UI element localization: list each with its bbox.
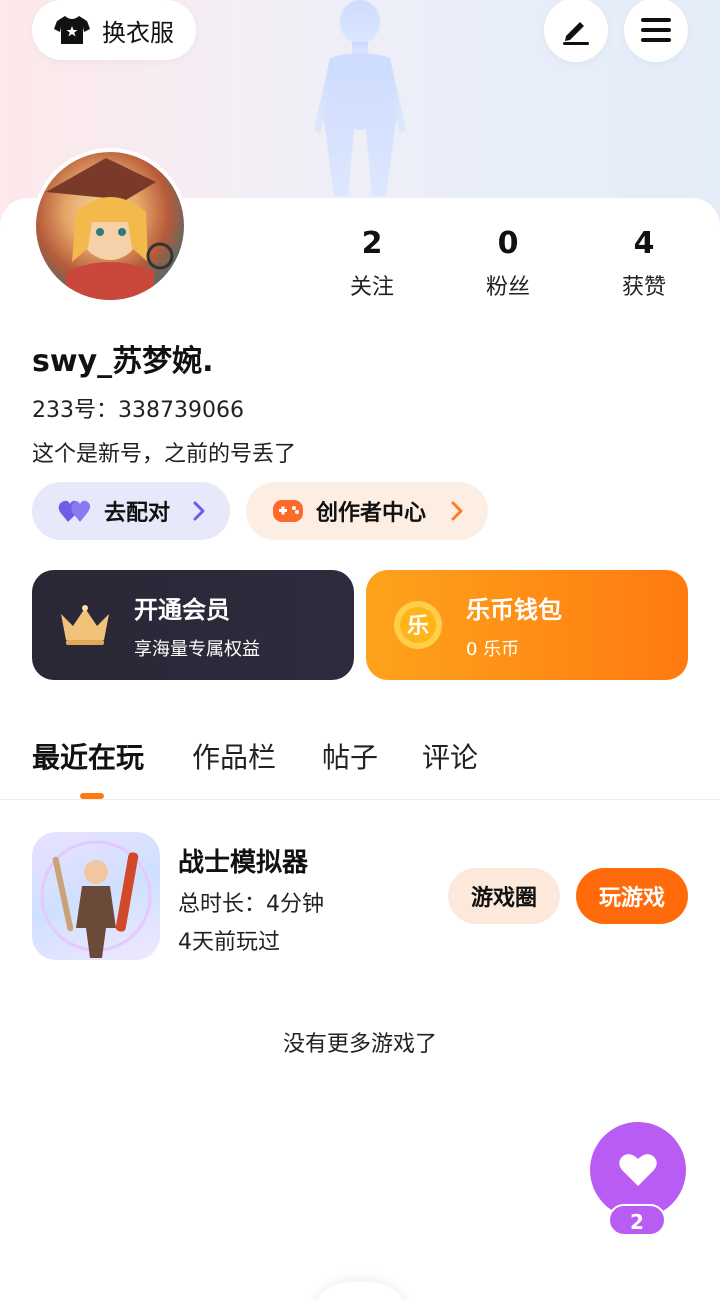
stat-following[interactable]: 2 关注 <box>312 226 432 301</box>
profile-stats: 2 关注 0 粉丝 4 获赞 <box>300 226 720 306</box>
stat-followers[interactable]: 0 粉丝 <box>448 226 568 301</box>
play-game-button[interactable]: 玩游戏 <box>576 868 688 924</box>
tab-recently-played[interactable]: 最近在玩 <box>32 736 144 776</box>
tshirt-icon <box>54 16 90 44</box>
crown-icon <box>61 605 109 645</box>
game-icon[interactable] <box>32 832 160 960</box>
user-id: 233号：338739066 <box>32 398 244 423</box>
edit-profile-button[interactable] <box>544 0 608 62</box>
hamburger-menu-icon <box>641 18 671 42</box>
vip-title: 开通会员 <box>134 595 230 624</box>
followers-label: 粉丝 <box>485 275 530 300</box>
user-bio: 这个是新号，之前的号丢了 <box>32 442 297 467</box>
chevron-right-icon <box>451 501 463 521</box>
game-circle-button[interactable]: 游戏圈 <box>448 868 560 924</box>
menu-button[interactable] <box>624 0 688 62</box>
game-title: 战士模拟器 <box>178 848 309 878</box>
tab-comments[interactable]: 评论 <box>422 736 478 776</box>
chevron-right-icon <box>193 501 205 521</box>
game-total-duration: 总时长：4分钟 <box>178 892 324 917</box>
user-avatar[interactable] <box>32 148 188 304</box>
likes-count: 4 <box>633 226 655 261</box>
no-more-games-text: 没有更多游戏了 <box>282 1032 437 1057</box>
heart-icon <box>619 1154 657 1186</box>
like-count-badge: 2 <box>608 1204 666 1236</box>
wallet-balance: 0 乐币 <box>466 638 520 660</box>
change-outfit-button[interactable]: 换衣服 <box>32 0 196 60</box>
game-last-played: 4天前玩过 <box>178 930 280 955</box>
following-count: 2 <box>361 226 383 261</box>
creator-center-label: 创作者中心 <box>316 501 427 526</box>
recent-game-row[interactable]: 战士模拟器 总时长：4分钟 4天前玩过 游戏圈 玩游戏 <box>32 832 688 960</box>
change-outfit-label: 换衣服 <box>102 18 174 47</box>
coin-icon: 乐 <box>394 601 442 649</box>
pencil-icon <box>563 22 589 45</box>
match-chip-label: 去配对 <box>104 501 171 526</box>
vip-subtitle: 享海量专属权益 <box>134 638 260 660</box>
creator-center-button[interactable]: 创作者中心 <box>246 482 488 540</box>
wallet-title: 乐币钱包 <box>466 595 562 624</box>
coin-symbol: 乐 <box>407 614 429 639</box>
3d-avatar-figure <box>314 0 406 196</box>
warrior-illustration <box>40 840 152 958</box>
following-label: 关注 <box>349 275 394 300</box>
username: swy_苏梦婉. <box>32 344 214 379</box>
gamepad-icon <box>273 500 303 522</box>
tab-works[interactable]: 作品栏 <box>192 736 276 776</box>
likes-label: 获赞 <box>621 275 666 300</box>
avatar-illustration <box>46 158 174 300</box>
match-chip-button[interactable]: 去配对 <box>32 482 230 540</box>
coin-wallet-card[interactable]: 乐 乐币钱包 0 乐币 <box>366 570 688 680</box>
tab-posts[interactable]: 帖子 <box>322 736 378 776</box>
tabs-divider <box>0 799 720 800</box>
double-heart-icon <box>58 500 91 522</box>
stat-likes[interactable]: 4 获赞 <box>584 226 704 301</box>
followers-count: 0 <box>497 226 519 261</box>
vip-membership-card[interactable]: 开通会员 享海量专属权益 <box>32 570 354 680</box>
